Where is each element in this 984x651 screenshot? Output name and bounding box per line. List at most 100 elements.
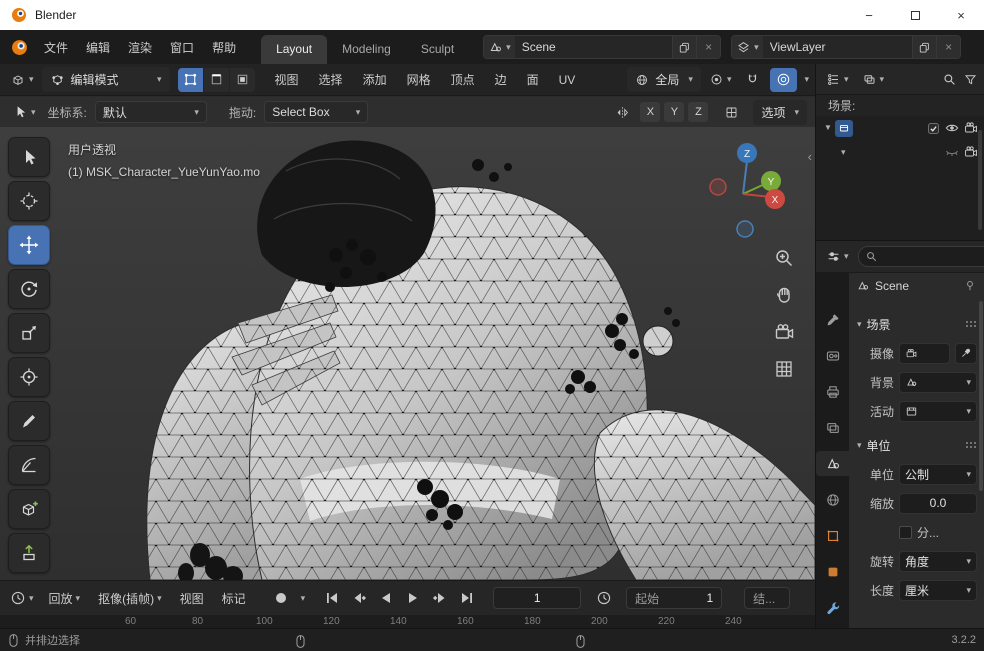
blender-app-menu-button[interactable] [4, 39, 35, 56]
properties-editor-type-button[interactable]: ▾ [822, 246, 853, 267]
object-data-properties-tab[interactable] [816, 559, 849, 584]
menu-add[interactable]: 添加 [355, 66, 395, 93]
orientation-default-dropdown[interactable]: 默认 ▾ [94, 101, 207, 123]
move-tool-button[interactable] [8, 225, 50, 265]
drag-mode-dropdown[interactable]: Select Box ▾ [264, 101, 369, 123]
viewlayer-remove-button[interactable]: × [936, 36, 961, 58]
background-scene-field[interactable]: ▾ [899, 371, 977, 393]
camera-value-field[interactable] [899, 342, 950, 364]
transform-tool-button[interactable] [8, 357, 50, 397]
active-tool-dropdown[interactable]: ▾ [8, 101, 40, 123]
menu-render[interactable]: 渲染 [119, 34, 161, 61]
disclosure-triangle-icon[interactable]: ▼ [824, 124, 832, 132]
proportional-editing-toggle[interactable] [770, 67, 798, 92]
menu-view[interactable]: 视图 [267, 66, 307, 93]
eye-visible-icon[interactable] [944, 120, 960, 136]
mirror-x-toggle[interactable]: X [640, 102, 661, 122]
rotate-tool-button[interactable] [8, 269, 50, 309]
units-section-header[interactable]: ▾ 单位 [854, 434, 977, 456]
modifier-properties-tab[interactable] [816, 595, 849, 620]
edge-select-mode-button[interactable] [203, 67, 229, 92]
unit-system-dropdown[interactable]: 公制 ▾ [899, 463, 977, 485]
face-select-mode-button[interactable] [229, 67, 255, 92]
object-properties-tab[interactable] [816, 523, 849, 548]
use-preview-range-toggle[interactable] [591, 587, 616, 609]
scene-new-copy-button[interactable] [672, 36, 697, 58]
outliner-child-row[interactable]: ▾ [816, 140, 984, 164]
vertex-select-mode-button[interactable] [177, 67, 203, 92]
menu-help[interactable]: 帮助 [203, 34, 245, 61]
viewlayer-new-copy-button[interactable] [912, 36, 937, 58]
pan-hand-icon[interactable] [773, 284, 795, 306]
tab-modeling[interactable]: Modeling [327, 35, 406, 64]
playback-menu[interactable]: 回放 ▾ [42, 585, 88, 612]
menu-uv[interactable]: UV [551, 68, 584, 92]
gizmo-minus-x-axis[interactable] [709, 178, 727, 196]
timeline-ruler[interactable]: 60 80 100 120 140 160 180 200 220 240 [0, 615, 815, 628]
tab-layout[interactable]: Layout [261, 35, 328, 64]
eye-hidden-icon[interactable] [944, 144, 960, 160]
keying-menu[interactable]: 抠像(插帧) ▾ [91, 585, 169, 612]
minimize-button[interactable]: − [846, 0, 892, 30]
properties-scrollbar[interactable] [979, 301, 983, 491]
scene-section-header[interactable]: ▾ 场景 [854, 313, 977, 335]
scale-tool-button[interactable] [8, 313, 50, 353]
viewlayer-properties-tab[interactable] [816, 415, 849, 440]
sidebar-toggle-arrow[interactable]: ‹ [808, 149, 812, 164]
timeline-marker-menu[interactable]: 标记 [215, 585, 253, 612]
menu-file[interactable]: 文件 [35, 34, 77, 61]
menu-face[interactable]: 面 [519, 66, 547, 93]
outliner-display-mode-button[interactable]: ▾ [858, 69, 889, 90]
tool-properties-tab[interactable] [816, 307, 849, 332]
current-frame-field[interactable]: 1 [493, 587, 582, 609]
separate-units-checkbox[interactable] [899, 525, 912, 539]
rotation-unit-dropdown[interactable]: 角度 ▾ [899, 550, 977, 572]
jump-to-end-button[interactable] [454, 587, 479, 609]
orthographic-grid-icon[interactable] [773, 358, 795, 380]
close-button[interactable]: × [938, 0, 984, 30]
unit-scale-field[interactable]: 0.0 [899, 492, 977, 514]
menu-mesh[interactable]: 网格 [399, 66, 439, 93]
jump-to-start-button[interactable] [319, 587, 344, 609]
editor-type-button[interactable]: ▾ [6, 69, 38, 91]
frame-start-field[interactable]: 起始 1 [626, 587, 723, 609]
scene-name[interactable]: Scene [515, 40, 672, 54]
checkbox-checked-icon[interactable] [926, 121, 941, 136]
menu-edit[interactable]: 编辑 [77, 34, 119, 61]
scene-properties-tab[interactable] [816, 451, 849, 476]
timeline-editor-type-button[interactable]: ▾ [6, 587, 38, 609]
snap-toggle-button[interactable] [739, 68, 766, 92]
pin-icon[interactable] [963, 279, 977, 293]
3d-viewport[interactable]: 用户透视 (1) MSK_Character_YueYunYao.mo Z Y … [0, 127, 815, 580]
pivot-point-dropdown[interactable]: ▾ [705, 69, 736, 90]
output-properties-tab[interactable] [816, 379, 849, 404]
zoom-icon[interactable] [773, 247, 795, 269]
select-box-tool-button[interactable] [8, 137, 50, 177]
annotate-tool-button[interactable] [8, 401, 50, 441]
cursor-tool-button[interactable] [8, 181, 50, 221]
maximize-button[interactable] [892, 0, 938, 30]
camera-view-icon[interactable] [773, 321, 795, 343]
drag-grip-icon[interactable] [965, 320, 977, 328]
play-reverse-button[interactable] [373, 587, 398, 609]
play-button[interactable] [400, 587, 425, 609]
menu-window[interactable]: 窗口 [161, 34, 203, 61]
mirror-z-toggle[interactable]: Z [688, 102, 709, 122]
properties-search-box[interactable] [857, 246, 984, 267]
viewlayer-name[interactable]: ViewLayer [763, 40, 912, 54]
outliner-editor-type-button[interactable]: ▾ [822, 69, 853, 90]
next-keyframe-button[interactable] [427, 587, 452, 609]
frame-end-field[interactable]: 结... [744, 587, 791, 609]
menu-vertex[interactable]: 顶点 [443, 66, 483, 93]
extrude-tool-button[interactable] [8, 533, 50, 573]
mode-dropdown[interactable]: 编辑模式 ▾ [41, 67, 170, 92]
previous-keyframe-button[interactable] [346, 587, 371, 609]
gizmo-minus-z-axis[interactable] [736, 220, 754, 238]
add-cube-tool-button[interactable] [8, 489, 50, 529]
filter-funnel-icon[interactable] [963, 72, 978, 87]
timeline-view-menu[interactable]: 视图 [173, 585, 211, 612]
chevron-down-icon[interactable]: ▾ [841, 147, 846, 157]
drag-grip-icon[interactable] [965, 441, 977, 449]
camera-render-toggle-icon[interactable] [963, 144, 979, 160]
scene-unlink-button[interactable]: × [696, 36, 721, 58]
